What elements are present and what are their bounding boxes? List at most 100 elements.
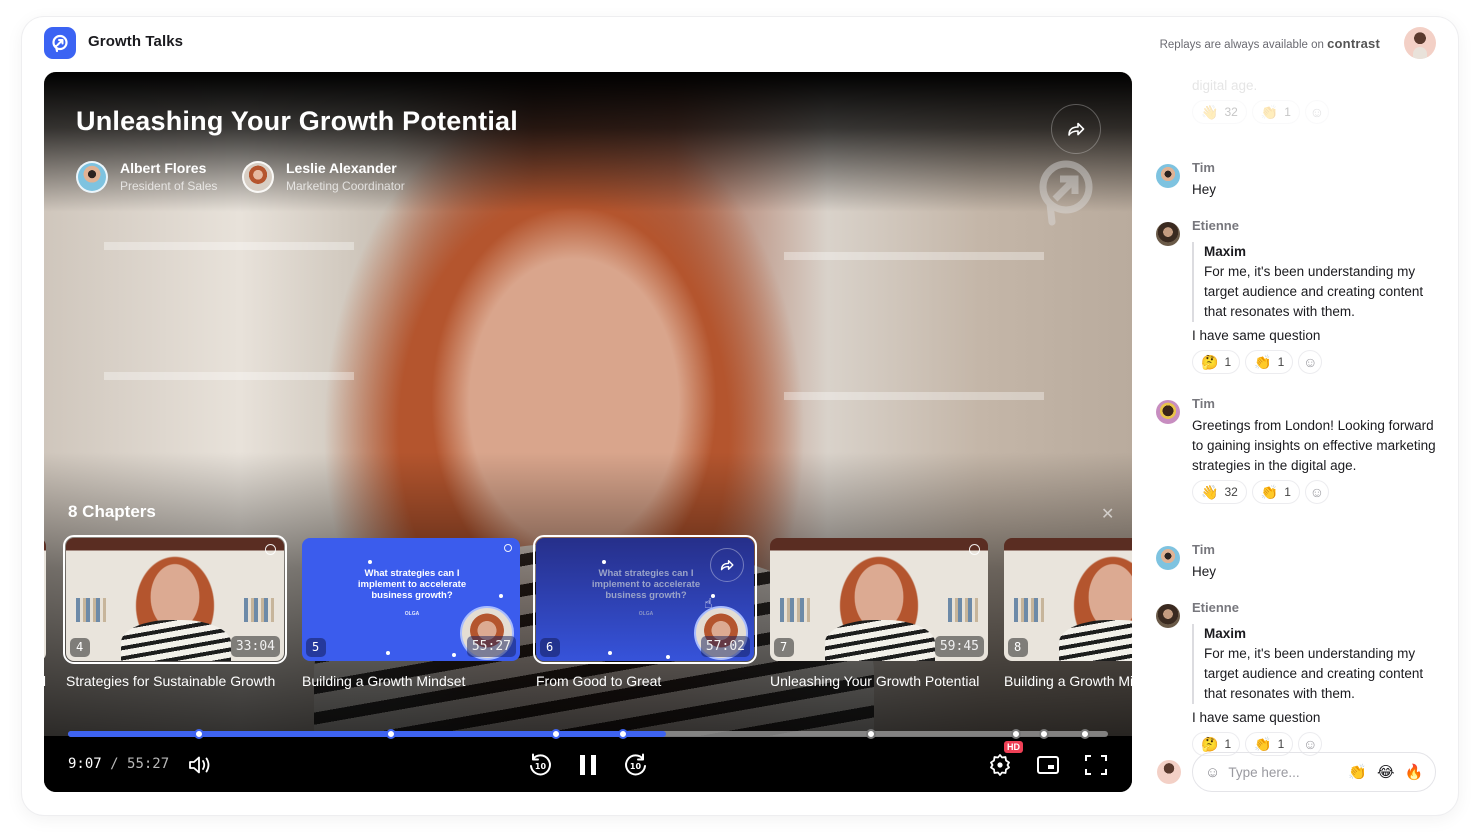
thinking-emoji-icon: 🤔 [1201,354,1219,370]
reaction-pill[interactable]: 👋 32 [1192,480,1247,504]
contrast-logo-icon [504,544,512,552]
fullscreen-button[interactable] [1081,750,1111,780]
chapter-card[interactable]: 8 Building a Growth Mindset [1004,538,1132,689]
message-composer[interactable]: ☺ 👏 😂 🔥 [1192,752,1436,792]
thinking-emoji-icon: 🤔 [1201,736,1219,752]
add-reaction-button[interactable]: ☺ [1304,100,1329,124]
reaction-pill[interactable]: 👏 1 [1251,480,1300,504]
slide-dot [608,651,612,655]
slide-author: OLGA [404,611,420,617]
chapter-card[interactable]: Unleashing Your Growth Potential [44,538,46,689]
reaction-count: 1 [1224,737,1232,751]
message-author[interactable]: Etienne [1192,218,1239,233]
progress-bar[interactable] [68,729,1108,739]
chapter-card[interactable]: 7 59:45 Unleashing Your Growth Potential [770,538,988,689]
message-author[interactable]: Tim [1192,396,1215,411]
hand-cursor-icon: ☝ [704,595,713,611]
quick-reaction-laugh[interactable]: 😂 [1377,763,1395,781]
chapter-card[interactable]: What strategies can I implement to accel… [533,535,757,689]
chapter-marker[interactable] [865,729,876,739]
contrast-watermark-icon [1038,160,1094,231]
speaker-role: President of Sales [120,179,218,193]
user-avatar[interactable] [1404,27,1436,59]
emoji-picker-icon[interactable]: ☺ [1205,764,1220,781]
message-author[interactable]: Tim [1192,542,1215,557]
total-time: 55:27 [127,756,170,772]
slide-question-text: What strategies can I implement to accel… [357,568,467,601]
bookshelf [780,598,810,622]
speaker-name: Leslie Alexander [286,160,397,176]
chapter-card[interactable]: What strategies can I implement to accel… [302,538,520,689]
video-player[interactable]: Unleashing Your Growth Potential Albert … [44,72,1132,792]
chapter-thumbnail: 4 33:04 [63,535,287,664]
chapter-card[interactable]: 4 33:04 Strategies for Sustainable Growt… [63,535,287,689]
reactions: 👋 32 👏 1 ☺ [1192,100,1442,124]
chapter-thumbnail [44,538,46,661]
settings-button[interactable] [985,750,1015,780]
author-avatar[interactable] [1156,400,1180,424]
volume-button[interactable] [185,750,215,780]
svg-text:10: 10 [535,762,547,771]
slide-dot [368,560,372,564]
forward-10-button[interactable]: 10 [621,750,651,780]
author-avatar[interactable] [1156,222,1180,246]
chapter-title: Unleashing Your Growth Potential [770,673,980,689]
chapter-share-button[interactable] [710,548,744,582]
video-title: Unleashing Your Growth Potential [76,106,518,136]
speaker-name: Albert Flores [120,160,207,176]
rewind-10-button[interactable]: 10 [525,750,555,780]
quote-author: Maxim [1204,244,1247,259]
composer-avatar [1157,760,1181,784]
chapter-marker[interactable] [194,729,205,739]
quoted-message[interactable]: Maxim For me, it's been understanding my… [1192,624,1442,704]
chat-panel[interactable]: digital age. 👋 32 👏 1 ☺ Tim Hey Etienne Ma… [1154,72,1444,815]
slide-dot [386,651,390,655]
chapter-thumbnail: 7 59:45 [770,538,988,661]
reaction-pill[interactable]: 👋 32 [1192,100,1247,124]
bookshelf [948,598,978,622]
reactions: 👋 32 👏 1 ☺ [1192,480,1442,504]
message-body: digital age. 👋 32 👏 1 ☺ [1192,76,1442,124]
message-text: Hey [1192,182,1217,197]
add-reaction-button[interactable]: ☺ [1304,480,1329,504]
forward-10-icon: 10 [625,753,646,776]
quick-reaction-fire[interactable]: 🔥 [1405,763,1424,781]
quote-author: Maxim [1204,626,1247,641]
message-author[interactable]: Etienne [1192,600,1239,615]
picture-in-picture-button[interactable] [1033,750,1063,780]
subject-shirt [121,620,231,661]
message-input[interactable] [1228,764,1349,780]
message-body: Maxim For me, it's been understanding my… [1192,238,1442,374]
growth-talks-logo-icon[interactable] [44,27,76,59]
quote-text: For me, it's been understanding my targe… [1204,646,1424,701]
author-avatar[interactable] [1156,604,1180,628]
author-avatar[interactable] [1156,164,1180,188]
progress-fill [68,731,666,737]
author-avatar[interactable] [1156,546,1180,570]
message-author[interactable]: Tim [1192,160,1215,175]
pause-button[interactable] [573,750,603,780]
slide-dot [452,653,456,657]
chapter-marker[interactable] [1038,729,1049,739]
rewind-10-icon: 10 [530,753,551,776]
clap-emoji-icon: 👏 [1254,354,1272,370]
share-icon [1068,122,1085,136]
quick-reaction-clap[interactable]: 👏 [1348,763,1367,781]
chapter-title: Unleashing Your Growth Potential [44,673,46,689]
contrast-logo-icon [969,544,980,555]
contrast-brand[interactable]: contrast [1327,36,1380,51]
pause-icon [580,755,596,775]
reaction-pill[interactable]: 🤔 1 [1192,350,1241,374]
clap-emoji-icon: 👏 [1254,736,1272,752]
close-chapters-button[interactable]: ✕ [1101,504,1114,524]
message-text: Greetings from London! Looking forward t… [1192,418,1436,473]
quoted-message[interactable]: Maxim For me, it's been understanding my… [1192,242,1442,322]
chapter-marker[interactable] [550,729,561,739]
share-button[interactable] [1051,104,1101,154]
quote-text: For me, it's been understanding my targe… [1204,264,1424,319]
reaction-pill[interactable]: 👏 1 [1251,100,1300,124]
add-reaction-button[interactable]: ☺ [1298,350,1323,374]
add-emoji-icon: ☺ [1303,354,1318,370]
bookshelf [244,598,274,622]
reaction-pill[interactable]: 👏 1 [1245,350,1294,374]
